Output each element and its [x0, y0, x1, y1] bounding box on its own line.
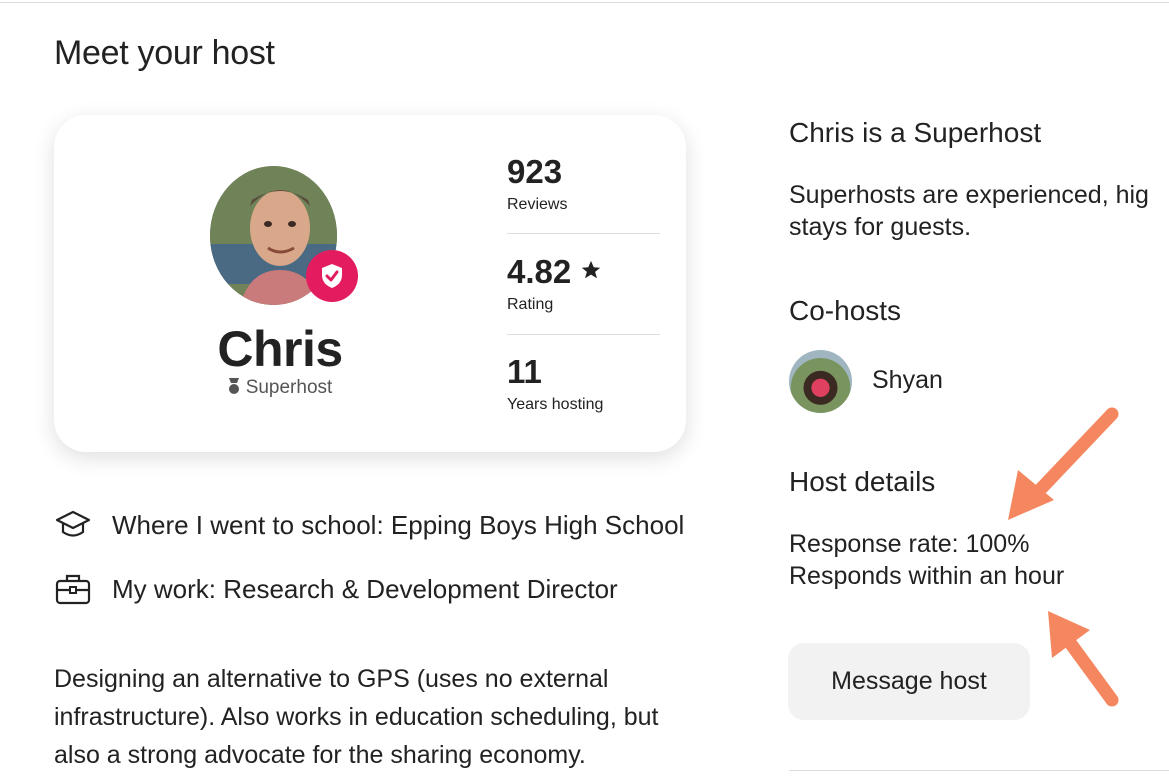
verified-shield-icon [306, 250, 358, 302]
top-divider [0, 2, 1169, 3]
annotation-arrow-up [1048, 611, 1119, 707]
section-title: Meet your host [54, 34, 275, 72]
host-details-title: Host details [789, 466, 936, 497]
stat-reviews: 923 Reviews [507, 155, 660, 214]
school-row: Where I went to school: Epping Boys High… [54, 506, 684, 544]
response-time: Responds within an hour [789, 562, 1065, 590]
stat-years: 11 Years hosting [507, 355, 660, 414]
stat-reviews-label: Reviews [507, 196, 568, 213]
superhost-description-line2: stays for guests. [789, 213, 972, 241]
response-rate: Response rate: 100% [789, 530, 1030, 558]
bottom-divider [789, 770, 1169, 771]
stat-years-value: 11 [507, 353, 542, 390]
cohost-avatar[interactable] [789, 350, 852, 413]
work-row: My work: Research & Development Director [54, 570, 618, 608]
star-icon [582, 260, 601, 279]
cohost-name: Shyan [872, 366, 943, 394]
message-host-button[interactable]: Message host [788, 643, 1030, 720]
stat-rating: 4.82 Rating [507, 255, 660, 314]
superhost-title: Chris is a Superhost [789, 117, 1042, 148]
stat-rating-value: 4.82 [507, 253, 572, 290]
host-role-label: Superhost [245, 377, 333, 398]
host-profile-card[interactable]: Chris Superhost 923 Reviews 4.82 Rating … [54, 115, 686, 452]
cohosts-title: Co-hosts [789, 295, 902, 326]
stat-years-label: Years hosting [507, 396, 604, 413]
superhost-description-line1: Superhosts are experienced, hig [789, 181, 1149, 209]
briefcase-icon [54, 570, 92, 608]
stat-divider [507, 233, 660, 234]
superhost-medal-icon [228, 377, 240, 401]
stat-rating-label: Rating [507, 296, 554, 313]
stat-reviews-value: 923 [507, 153, 563, 190]
stat-divider [507, 334, 660, 335]
host-role: Superhost [54, 377, 506, 401]
host-avatar-wrap [210, 166, 358, 305]
annotation-arrow-down [1008, 407, 1119, 520]
school-text: Where I went to school: Epping Boys High… [112, 509, 685, 540]
graduation-cap-icon [54, 506, 92, 544]
host-bio: Designing an alternative to GPS (uses no… [54, 665, 659, 769]
stat-rating-value-row: 4.82 [507, 255, 660, 288]
work-text: My work: Research & Development Director [112, 573, 618, 604]
host-name: Chris [217, 321, 343, 377]
